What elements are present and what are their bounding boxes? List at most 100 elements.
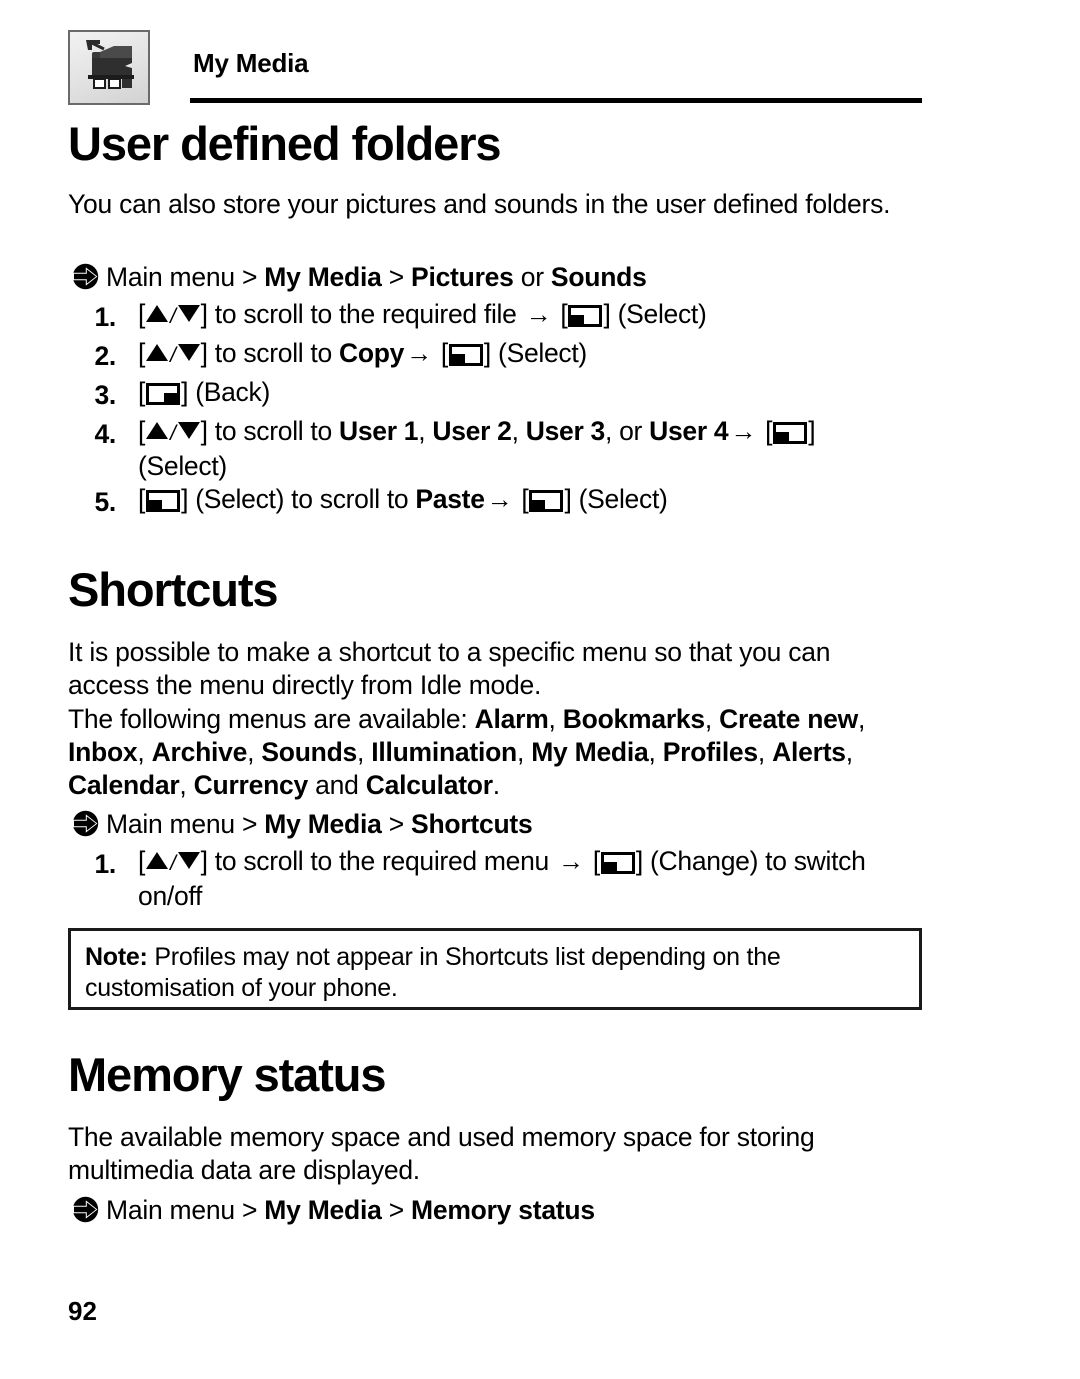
nav-path-pictures-sounds: Main menu > My Media > Pictures or Sound… — [72, 261, 647, 298]
slash-separator: / — [170, 305, 176, 328]
step-number: 1. — [94, 849, 116, 879]
nav-prefix: Main menu > — [106, 262, 265, 292]
note-box: Note: Profiles may not appear in Shortcu… — [68, 928, 922, 1010]
nav-prefix: Main menu > — [106, 809, 265, 839]
step-text-1: to scroll to — [207, 338, 339, 368]
header-divider — [190, 98, 922, 103]
nav-bold-sounds: Sounds — [550, 262, 647, 292]
nav-bold-pictures: Pictures — [411, 262, 514, 292]
step-bold-paste: Paste — [415, 484, 485, 514]
slash-separator: / — [170, 344, 176, 367]
menu-item-my-media: My Media — [531, 737, 649, 767]
steps-user-defined-folders: 1. [/] to scroll to the required file → … — [68, 298, 913, 522]
step-text-1: to scroll to — [207, 416, 339, 446]
paragraph-user-defined-folders-intro: You can also store your pictures and sou… — [68, 189, 891, 219]
right-arrow-icon: → — [525, 299, 552, 329]
menu-item-inbox: Inbox — [68, 737, 138, 767]
heading-shortcuts: Shortcuts — [68, 563, 279, 616]
step-content: [/] to scroll to the required file → [] … — [138, 299, 707, 329]
softkey-left-icon — [146, 490, 181, 512]
step-bold-user-3: User 3 — [525, 416, 606, 446]
step-content: [] (Select) to scroll to Paste→ [] (Sele… — [138, 484, 668, 514]
note-text: Note: Profiles may not appear in Shortcu… — [85, 942, 905, 1004]
nav-sep: > — [381, 1195, 412, 1225]
step-comma-1: , — [418, 416, 433, 446]
right-arrow-icon: → — [730, 416, 757, 446]
menu-list-end: . — [492, 770, 500, 800]
menu-list-conjunction: and — [308, 770, 366, 800]
down-triangle-icon — [177, 422, 200, 439]
softkey-left-icon — [529, 490, 564, 512]
step-item: 1. [/] to scroll to the required menu → … — [68, 845, 913, 913]
nav-or: or — [513, 262, 551, 292]
heading-memory-status: Memory status — [68, 1048, 387, 1101]
nav-bold-my-media: My Media — [264, 262, 382, 292]
menu-item-profiles: Profiles — [662, 737, 758, 767]
nav-sep: > — [381, 262, 412, 292]
step-content: [/] to scroll to Copy→ [] (Select) — [138, 338, 587, 368]
paragraph-shortcuts-intro: It is possible to make a shortcut to a s… — [68, 637, 831, 700]
nav-path-shortcuts: Main menu > My Media > Shortcuts — [72, 808, 533, 845]
right-arrow-icon: → — [558, 846, 584, 876]
step-item: 5. [] (Select) to scroll to Paste→ [] (S… — [68, 483, 913, 522]
nav-arrow-icon — [72, 1196, 99, 1231]
nav-sep: > — [381, 809, 412, 839]
nav-bold-memory-status: Memory status — [411, 1195, 595, 1225]
up-triangle-icon — [146, 305, 169, 322]
nav-arrow-icon — [72, 263, 99, 298]
up-triangle-icon — [146, 344, 169, 361]
down-triangle-icon — [177, 305, 200, 322]
step-content: [/] to scroll to the required menu → [] … — [138, 846, 866, 911]
step-comma-3: , or — [604, 416, 650, 446]
step-item: 1. [/] to scroll to the required file → … — [68, 298, 913, 337]
nav-bold-shortcuts: Shortcuts — [411, 809, 533, 839]
menu-item-illumination: Illumination — [371, 737, 517, 767]
softkey-left-icon — [773, 422, 808, 444]
paragraph-shortcuts-menu-list: The following menus are available: Alarm… — [68, 704, 866, 800]
heading-user-defined-folders: User defined folders — [68, 117, 502, 170]
step-text-2: (Select) — [571, 484, 668, 514]
softkey-right-icon — [146, 383, 181, 405]
step-bold-copy: Copy — [339, 338, 405, 368]
softkey-left-icon — [448, 344, 483, 366]
right-arrow-icon: → — [406, 338, 432, 368]
menu-item-create-new: Create new — [719, 704, 858, 734]
step-text-1: to scroll to the required file — [207, 299, 524, 329]
down-triangle-icon — [177, 344, 200, 361]
up-triangle-icon — [146, 422, 169, 439]
note-body: Profiles may not appear in Shortcuts lis… — [85, 943, 781, 1002]
softkey-left-icon — [600, 852, 635, 874]
menu-item-sounds: Sounds — [261, 737, 358, 767]
page-header: My Media — [68, 30, 922, 110]
step-bold-user-1: User 1 — [339, 416, 419, 446]
step-text-2: (Select) — [138, 451, 227, 481]
step-item: 2. [/] to scroll to Copy→ [] (Select) — [68, 337, 913, 376]
step-bold-user-4: User 4 — [649, 416, 729, 446]
step-number: 1. — [94, 302, 116, 332]
menu-item-alarm: Alarm — [474, 704, 549, 734]
manual-page: My Media User defined folders You can al… — [0, 0, 1080, 1379]
right-arrow-icon: → — [486, 484, 513, 514]
step-bold-user-2: User 2 — [432, 416, 512, 446]
up-triangle-icon — [146, 852, 169, 869]
step-text-0: (Select) to scroll to — [188, 484, 416, 514]
softkey-left-icon — [568, 305, 603, 327]
step-item: 4. [/] to scroll to User 1, User 2, User… — [68, 415, 913, 483]
nav-arrow-icon — [72, 810, 99, 845]
step-comma-2: , — [511, 416, 526, 446]
step-item: 3. [] (Back) — [68, 376, 913, 415]
step-text-1: to scroll to the required menu — [207, 846, 557, 876]
nav-prefix: Main menu > — [106, 1195, 265, 1225]
slash-separator: / — [170, 852, 176, 875]
menu-item-alerts: Alerts — [772, 737, 846, 767]
header-title: My Media — [193, 48, 309, 78]
step-text-2: (Select) — [610, 299, 707, 329]
step-text-2: (Back) — [188, 377, 270, 407]
step-text-2: (Select) — [490, 338, 587, 368]
step-content: [/] to scroll to User 1, User 2, User 3,… — [138, 416, 816, 481]
menu-item-archive: Archive — [151, 737, 248, 767]
steps-shortcuts: 1. [/] to scroll to the required menu → … — [68, 845, 913, 913]
nav-bold-my-media: My Media — [264, 1195, 382, 1225]
page-number: 92 — [68, 1296, 97, 1326]
menu-list-lead: The following menus are available: — [68, 704, 475, 734]
